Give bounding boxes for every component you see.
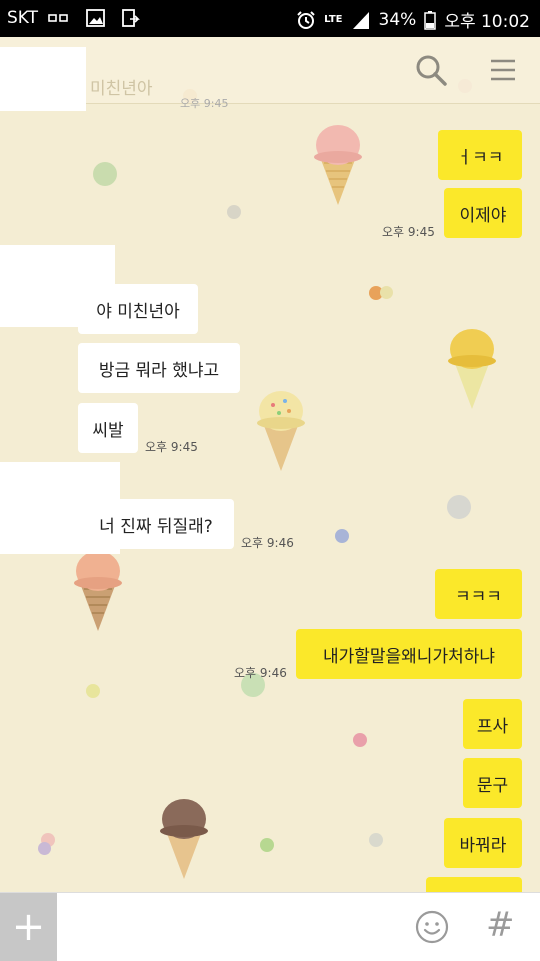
message-bubble[interactable]: 문구 xyxy=(463,758,522,808)
decor-dot xyxy=(38,842,51,855)
message-bubble-partial[interactable] xyxy=(426,877,522,892)
message-bubble[interactable]: 야 미친년아 xyxy=(78,284,198,334)
signal-icon xyxy=(352,11,369,29)
chat-title: 미친년아 xyxy=(90,79,153,99)
ice-cream-decoration xyxy=(314,125,362,205)
decor-dot xyxy=(93,162,117,186)
chat-area[interactable]: ㅓㅋㅋ 이제야 오후 9:45 야 미친년아 방금 뭐라 했냐고 씨발 오후 9… xyxy=(0,37,540,892)
decor-dot xyxy=(260,838,274,852)
message-time: 오후 9:46 xyxy=(234,666,287,680)
message-bubble[interactable]: 내가할말을왜니가처하냐 xyxy=(296,629,522,679)
message-time: 오후 9:46 xyxy=(241,536,294,550)
status-bar: SKT LTE 34% 오후 10:02 xyxy=(0,0,540,37)
message-time: 오후 9:45 xyxy=(145,440,198,454)
message-bubble[interactable]: 방금 뭐라 했냐고 xyxy=(78,343,240,393)
add-attachment-button[interactable]: + xyxy=(0,893,57,961)
message-bubble[interactable]: 너 진짜 뒤질래? xyxy=(78,499,234,549)
decor-dot xyxy=(353,733,367,747)
input-bar: + # xyxy=(0,892,540,961)
ice-cream-decoration xyxy=(160,799,208,879)
ice-cream-decoration xyxy=(257,391,305,471)
message-input[interactable] xyxy=(57,893,397,961)
message-bubble[interactable]: 이제야 xyxy=(444,188,522,238)
message-bubble[interactable]: ㅋㅋㅋ xyxy=(435,569,522,619)
decor-dot xyxy=(227,205,241,219)
ice-cream-decoration xyxy=(448,329,496,409)
message-bubble[interactable]: 프사 xyxy=(463,699,522,749)
decor-dot xyxy=(86,684,100,698)
carrier-label: SKT xyxy=(7,8,39,28)
menu-icon[interactable] xyxy=(486,53,520,87)
profile-avatar[interactable] xyxy=(0,47,86,111)
decor-dot xyxy=(380,286,393,299)
network-type: LTE xyxy=(324,13,343,25)
alarm-icon xyxy=(297,10,315,29)
search-icon[interactable] xyxy=(414,53,448,87)
header-time: 오후 9:45 xyxy=(180,97,229,110)
ice-cream-decoration xyxy=(74,551,122,631)
decor-dot xyxy=(369,833,383,847)
battery-icon xyxy=(424,10,437,30)
clock: 오후 10:02 xyxy=(444,12,530,32)
message-bubble[interactable]: 씨발 xyxy=(78,403,138,453)
gallery-icon xyxy=(86,9,105,27)
smiley-icon[interactable] xyxy=(414,909,450,945)
battery-percent: 34% xyxy=(378,9,417,30)
message-time: 오후 9:45 xyxy=(382,225,435,239)
decor-dot xyxy=(447,495,471,519)
message-bubble[interactable]: ㅓㅋㅋ xyxy=(438,130,522,180)
device-icon xyxy=(122,9,140,27)
hashtag-search-button[interactable]: # xyxy=(486,905,515,945)
decor-dot xyxy=(335,529,349,543)
chat-header: 미친년아 오후 9:45 xyxy=(0,37,540,111)
voicemail-icon xyxy=(48,14,68,22)
message-bubble[interactable]: 바꿔라 xyxy=(444,818,522,868)
